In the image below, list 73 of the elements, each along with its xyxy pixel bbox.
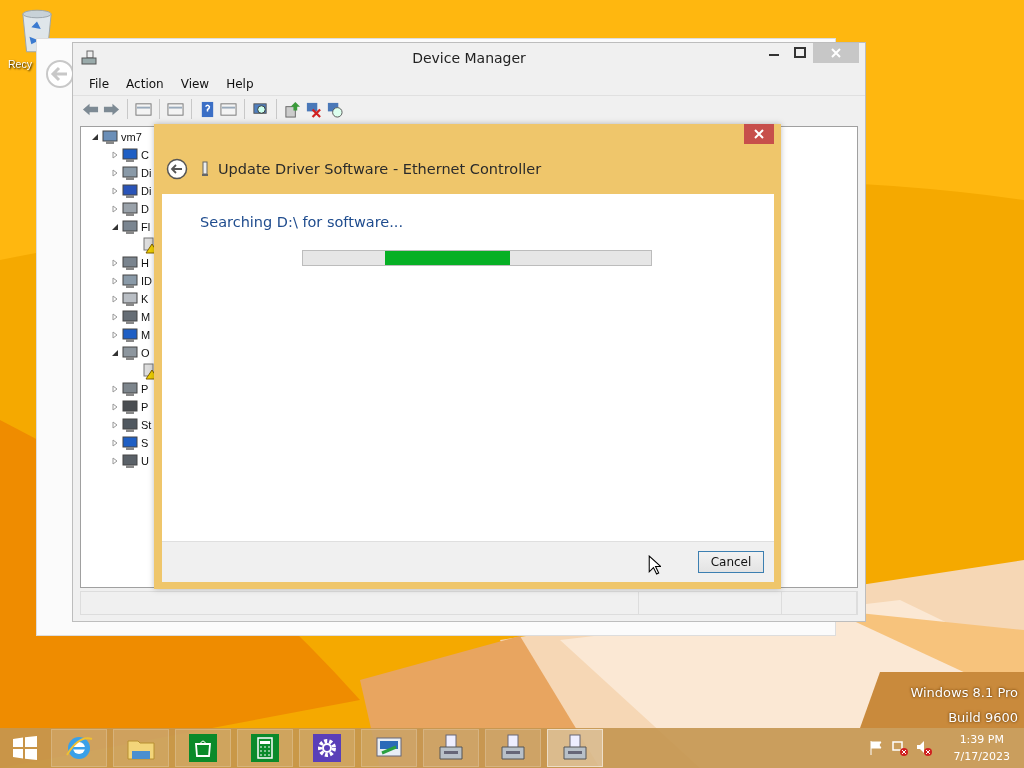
app-icon (250, 733, 280, 763)
expanded-arrow-icon[interactable] (111, 349, 119, 357)
tree-item[interactable]: C (141, 149, 149, 161)
help-icon[interactable] (199, 100, 216, 118)
speaker-icon[interactable] (915, 740, 932, 756)
taskbar-button[interactable] (175, 729, 231, 767)
collapsed-arrow-icon[interactable] (111, 457, 119, 465)
taskbar-button[interactable] (423, 729, 479, 767)
build-text: Build 9600 (948, 710, 1018, 725)
tree-item[interactable]: O (141, 347, 150, 359)
tree-item[interactable]: K (141, 293, 149, 305)
app-icon (312, 733, 342, 763)
flag-icon[interactable] (867, 740, 884, 756)
collapsed-arrow-icon[interactable] (111, 151, 119, 159)
tree-item[interactable]: M (141, 329, 151, 341)
menu-item[interactable]: View (172, 77, 217, 91)
collapsed-arrow-icon[interactable] (111, 313, 119, 321)
tree-item[interactable]: Fl (141, 221, 151, 233)
cancel-button[interactable]: Cancel (698, 551, 764, 573)
taskbar-button[interactable] (485, 729, 541, 767)
app-icon (560, 733, 590, 763)
monitor-icon (121, 434, 139, 452)
taskbar-button[interactable] (299, 729, 355, 767)
window-title: Device Manager (412, 50, 526, 66)
collapsed-arrow-icon[interactable] (111, 331, 119, 339)
network-icon[interactable] (891, 740, 908, 756)
app-icon (188, 733, 218, 763)
taskbar-button[interactable] (361, 729, 417, 767)
network-adapter-icon (201, 161, 209, 177)
uninstall-icon[interactable] (305, 100, 322, 118)
collapsed-arrow-icon[interactable] (111, 439, 119, 447)
collapsed-arrow-icon[interactable] (111, 295, 119, 303)
tree-item[interactable]: vm7 (121, 131, 142, 143)
taskbar-button[interactable] (547, 729, 603, 767)
collapsed-arrow-icon[interactable] (111, 259, 119, 267)
cursor-icon (648, 555, 661, 575)
expanded-arrow-icon[interactable] (111, 223, 119, 231)
collapsed-arrow-icon[interactable] (111, 385, 119, 393)
collapsed-arrow-icon[interactable] (111, 277, 119, 285)
dialog-title: Update Driver Software - Ethernet Controller (218, 161, 542, 177)
tree-item[interactable]: Di (141, 167, 152, 179)
update-icon[interactable] (284, 100, 301, 118)
tree-item[interactable]: S (141, 437, 149, 449)
collapsed-arrow-icon[interactable] (111, 403, 119, 411)
edition-text: Windows 8.1 Pro (910, 685, 1018, 700)
tree-item[interactable]: ID (141, 275, 152, 287)
pane-icon[interactable] (135, 100, 152, 118)
app-icon (436, 733, 466, 763)
monitor-icon (121, 146, 139, 164)
tree-item[interactable]: D (141, 203, 149, 215)
tree-item[interactable]: H (141, 257, 149, 269)
collapsed-arrow-icon[interactable] (111, 169, 119, 177)
menu-item[interactable]: Action (118, 77, 171, 91)
collapsed-arrow-icon[interactable] (111, 187, 119, 195)
properties-icon[interactable] (167, 100, 184, 118)
menu-item[interactable]: Help (218, 77, 261, 91)
status-message: Searching D:\ for software... (200, 214, 405, 230)
menu-item[interactable]: File (81, 77, 117, 91)
tree-item[interactable]: Di (141, 185, 152, 197)
close-icon[interactable] (744, 124, 774, 144)
collapsed-arrow-icon[interactable] (111, 205, 119, 213)
tree-item[interactable]: P (141, 383, 149, 395)
expanded-arrow-icon[interactable] (91, 133, 99, 141)
monitor-icon (121, 326, 139, 344)
collapsed-arrow-icon[interactable] (111, 421, 119, 429)
tree-item[interactable]: M (141, 311, 151, 323)
start-icon[interactable] (12, 735, 38, 761)
app-icon (498, 733, 528, 763)
tree-item[interactable]: St (141, 419, 152, 431)
tree-item[interactable]: P (141, 401, 149, 413)
tree-item[interactable]: U (141, 455, 149, 467)
pane-icon[interactable] (220, 100, 237, 118)
taskbar-button[interactable] (237, 729, 293, 767)
